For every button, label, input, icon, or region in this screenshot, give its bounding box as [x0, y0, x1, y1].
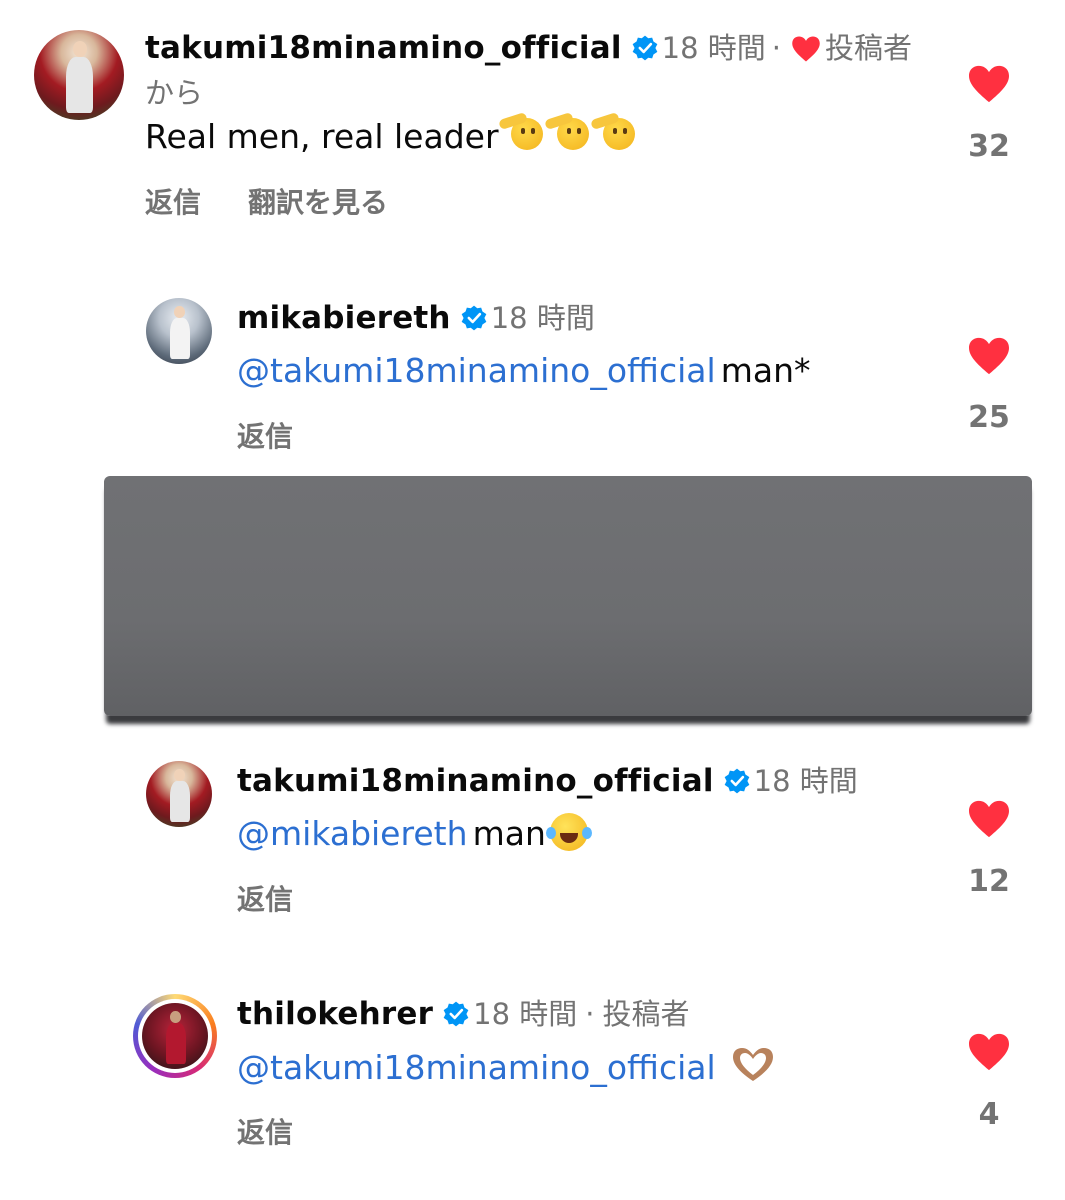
story-ring[interactable]: [133, 994, 217, 1078]
like-heart-icon[interactable]: [967, 64, 1011, 104]
comment-4-header: thilokehrer 18 時間 · 投稿者: [237, 994, 689, 1039]
like-heart-icon[interactable]: [967, 336, 1011, 376]
comment-text: man: [472, 814, 546, 853]
comment-time: 18 時間: [753, 764, 858, 798]
like-count: 12: [968, 864, 1010, 899]
saluting-face-emoji-group: [497, 111, 637, 152]
comment-2-body: @takumi18minamino_official man*: [237, 348, 811, 400]
comment-2-header: mikabiereth 18 時間: [237, 298, 595, 343]
saluting-face-icon: [497, 111, 545, 154]
comment-4-body: @takumi18minamino_official: [237, 1045, 777, 1097]
verified-badge-icon: [632, 35, 658, 61]
creator-liked-heart-icon: [792, 36, 820, 62]
mention-link[interactable]: @takumi18minamino_official: [237, 1048, 716, 1087]
avatar[interactable]: [34, 30, 124, 120]
reply-button[interactable]: 返信: [237, 878, 293, 918]
comment-time: 18 時間: [490, 301, 595, 335]
avatar: [142, 1003, 208, 1069]
face-with-tears-of-joy-icon: [545, 811, 592, 851]
separator: ·: [585, 997, 595, 1031]
username[interactable]: takumi18minamino_official: [237, 763, 714, 799]
comment-3-header: takumi18minamino_official 18 時間: [237, 761, 858, 806]
username[interactable]: takumi18minamino_official: [145, 30, 622, 66]
verified-badge-icon: [443, 1001, 469, 1027]
saluting-face-icon: [543, 111, 591, 154]
comment-1-body: Real men, real leader: [145, 111, 637, 166]
avatar[interactable]: [146, 761, 212, 827]
like-count: 32: [968, 129, 1010, 164]
redacted-block: [104, 476, 1032, 716]
see-translation-button[interactable]: 翻訳を見る: [248, 181, 388, 221]
comment-1-header: takumi18minamino_official 18 時間 · 投稿者から: [145, 28, 925, 118]
like-heart-icon[interactable]: [967, 1032, 1011, 1072]
like-count: 25: [968, 400, 1010, 435]
author-badge: 投稿者: [602, 997, 690, 1031]
comment-time: 18 時間: [473, 997, 578, 1031]
like-heart-icon[interactable]: [967, 799, 1011, 839]
username[interactable]: mikabiereth: [237, 300, 451, 336]
comment-3-body: @mikabiereth man: [237, 811, 592, 863]
reply-button[interactable]: 返信: [237, 1111, 293, 1151]
like-count: 4: [978, 1097, 1000, 1132]
verified-badge-icon: [461, 305, 487, 331]
reply-button[interactable]: 返信: [145, 181, 201, 221]
avatar[interactable]: [146, 298, 212, 364]
comment-time: 18 時間: [661, 31, 766, 65]
comment-text: Real men, real leader: [145, 117, 499, 156]
username[interactable]: thilokehrer: [237, 996, 433, 1032]
mention-link[interactable]: @mikabiereth: [237, 814, 467, 853]
reply-button[interactable]: 返信: [237, 415, 293, 455]
verified-badge-icon: [724, 768, 750, 794]
heart-hands-icon: [732, 1048, 773, 1081]
comment-text: man*: [720, 351, 811, 390]
mention-link[interactable]: @takumi18minamino_official: [237, 351, 716, 390]
separator: ·: [771, 31, 781, 65]
saluting-face-icon: [589, 111, 637, 154]
